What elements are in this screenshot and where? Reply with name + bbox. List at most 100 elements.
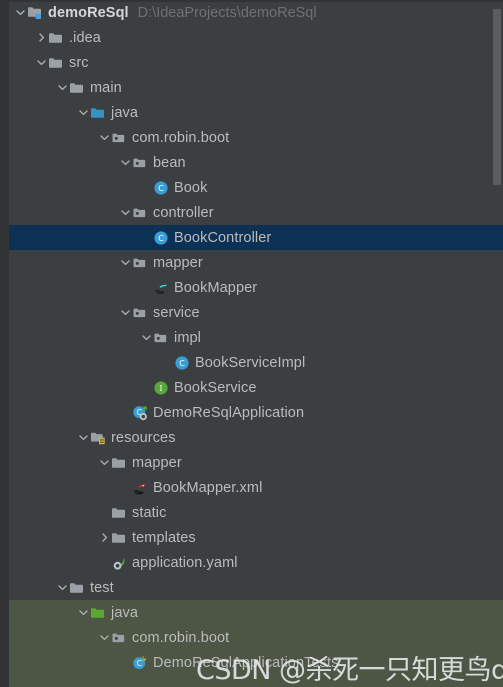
tree-row[interactable]: resources <box>0 425 503 450</box>
tree-row[interactable]: C Book <box>0 175 503 200</box>
svg-text:C: C <box>179 359 185 368</box>
tree-row[interactable]: bean <box>0 150 503 175</box>
chevron-down-icon[interactable] <box>14 0 27 25</box>
tree-row[interactable]: C BookServiceImpl <box>0 350 503 375</box>
tree-row-label: com.robin.boot <box>132 129 230 146</box>
tree-row-label: BookController <box>174 229 272 246</box>
package-icon <box>132 255 148 271</box>
chevron-down-icon[interactable] <box>35 50 48 75</box>
tree-row-label: demoReSql <box>48 4 129 21</box>
test-class-icon: C <box>132 655 148 671</box>
tree-row[interactable]: impl <box>0 325 503 350</box>
tree-row-label: mapper <box>153 254 203 271</box>
tree-row-label: service <box>153 304 200 321</box>
folder-icon <box>111 530 127 546</box>
tree-row-label: static <box>132 504 167 521</box>
folder-icon <box>69 80 85 96</box>
tree-row[interactable]: C DemoReSqlApplication <box>0 400 503 425</box>
tree-row[interactable]: mapper <box>0 250 503 275</box>
project-tree[interactable]: demoReSql D:\IdeaProjects\demoReSql .idea… <box>0 0 503 675</box>
tree-row[interactable]: C BookController <box>0 225 503 250</box>
vertical-scrollbar[interactable] <box>492 0 503 687</box>
tree-row[interactable]: BookMapper <box>0 275 503 300</box>
chevron-down-icon[interactable] <box>119 200 132 225</box>
chevron-down-icon[interactable] <box>98 625 111 650</box>
chevron-right-icon[interactable] <box>35 25 48 50</box>
tree-row[interactable]: BookMapper.xml <box>0 475 503 500</box>
tree-row[interactable]: .idea <box>0 25 503 50</box>
tree-row[interactable]: application.yaml <box>0 550 503 575</box>
package-icon <box>111 630 127 646</box>
tree-row-label: DemoReSqlApplication <box>153 404 305 421</box>
tree-row[interactable]: src <box>0 50 503 75</box>
folder-icon <box>111 455 127 471</box>
mybatis-mapper-interface-icon <box>153 280 169 296</box>
resource-root-folder-icon <box>90 430 106 446</box>
chevron-right-icon[interactable] <box>98 525 111 550</box>
chevron-down-icon[interactable] <box>98 450 111 475</box>
tree-row-label: mapper <box>132 454 182 471</box>
tree-row-label: controller <box>153 204 214 221</box>
tree-row-label: src <box>69 54 89 71</box>
chevron-down-icon[interactable] <box>119 300 132 325</box>
tree-row[interactable]: mapper <box>0 450 503 475</box>
tree-row[interactable]: com.robin.boot <box>0 625 503 650</box>
tree-row-label: BookServiceImpl <box>195 354 306 371</box>
tree-row-label: BookMapper <box>174 279 258 296</box>
tree-row[interactable]: java <box>0 100 503 125</box>
folder-icon <box>111 505 127 521</box>
tree-row[interactable]: templates <box>0 525 503 550</box>
chevron-down-icon[interactable] <box>56 575 69 600</box>
tree-row[interactable]: test <box>0 575 503 600</box>
source-root-folder-icon <box>90 105 106 121</box>
java-interface-icon: I <box>153 380 169 396</box>
tree-row[interactable]: controller <box>0 200 503 225</box>
chevron-down-icon[interactable] <box>140 325 153 350</box>
project-tool-window[interactable]: demoReSql D:\IdeaProjects\demoReSql .idea… <box>0 0 503 687</box>
tree-row-label: impl <box>174 329 201 346</box>
svg-text:C: C <box>158 234 164 243</box>
chevron-down-icon[interactable] <box>119 150 132 175</box>
chevron-down-icon[interactable] <box>77 600 90 625</box>
tree-row-label: DemoReSqlApplicationTests <box>153 654 339 671</box>
tree-row[interactable]: demoReSql D:\IdeaProjects\demoReSql <box>0 0 503 25</box>
mybatis-xml-icon <box>132 480 148 496</box>
svg-text:C: C <box>158 184 164 193</box>
tree-row-label: .idea <box>69 29 101 46</box>
tree-row[interactable]: C DemoReSqlApplicationTests <box>0 650 503 675</box>
tree-row[interactable]: com.robin.boot <box>0 125 503 150</box>
tree-row[interactable]: main <box>0 75 503 100</box>
package-icon <box>132 205 148 221</box>
tree-row-label: com.robin.boot <box>132 629 230 646</box>
chevron-down-icon[interactable] <box>56 75 69 100</box>
package-icon <box>153 330 169 346</box>
tree-row-label: java <box>111 604 138 621</box>
tree-row[interactable]: static <box>0 500 503 525</box>
tree-row[interactable]: service <box>0 300 503 325</box>
package-icon <box>111 130 127 146</box>
chevron-down-icon[interactable] <box>119 250 132 275</box>
package-icon <box>132 155 148 171</box>
java-class-icon: C <box>153 180 169 196</box>
chevron-down-icon[interactable] <box>77 100 90 125</box>
scrollbar-thumb[interactable] <box>493 9 501 185</box>
folder-icon <box>48 55 64 71</box>
chevron-down-icon[interactable] <box>77 425 90 450</box>
tree-row[interactable]: java <box>0 600 503 625</box>
svg-text:I: I <box>159 384 162 393</box>
spring-config-yaml-icon <box>111 555 127 571</box>
tree-row-label: templates <box>132 529 196 546</box>
chevron-down-icon[interactable] <box>98 125 111 150</box>
tree-row-label: Book <box>174 179 208 196</box>
tree-row[interactable]: I BookService <box>0 375 503 400</box>
